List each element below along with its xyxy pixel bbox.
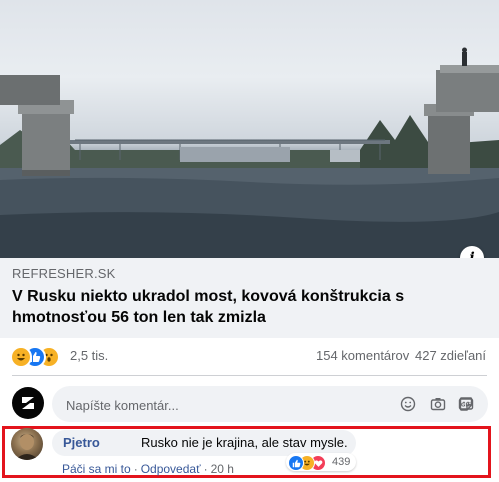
comment-text: Rusko nie je krajina, ale stav mysle. <box>141 435 348 450</box>
sticker-icon[interactable] <box>457 395 475 413</box>
comment-reply-link[interactable]: Odpovedať <box>141 462 201 476</box>
comment-reaction-count: 439 <box>332 456 351 468</box>
comment-author[interactable]: Pjetro <box>63 435 100 450</box>
separator-dot: · <box>203 462 208 476</box>
link-domain: REFRESHER.SK <box>12 266 116 281</box>
comment-like-link[interactable]: Páči sa mi to <box>62 462 131 476</box>
link-preview-image[interactable] <box>0 0 499 258</box>
comment-reactions[interactable]: 439 <box>286 453 356 471</box>
like-reaction-icon <box>288 455 304 471</box>
link-title[interactable]: V Rusku niekto ukradol most, kovová konš… <box>12 286 482 328</box>
camera-icon[interactable] <box>429 395 447 413</box>
divider <box>12 375 487 376</box>
separator-dot: · <box>133 462 138 476</box>
reactions-summary: 2,5 tis. 154 komentárov 427 zdieľaní <box>0 340 499 374</box>
shares-count[interactable]: 427 zdieľaní <box>415 348 486 363</box>
comment-input[interactable] <box>64 386 348 424</box>
bridge-photo <box>0 47 499 258</box>
comments-count[interactable]: 154 komentárov <box>316 348 409 363</box>
reactions-count[interactable]: 2,5 tis. <box>70 348 108 363</box>
commenter-avatar[interactable] <box>11 428 43 460</box>
link-meta[interactable]: REFRESHER.SK V Rusku niekto ukradol most… <box>0 258 499 338</box>
comment-input-box[interactable]: GIF <box>52 386 488 424</box>
haha-reaction-icon <box>10 346 32 368</box>
reaction-icons[interactable] <box>10 346 70 368</box>
comment-timestamp[interactable]: 20 h <box>211 462 234 476</box>
refresher-logo-icon <box>22 397 34 409</box>
emoji-icon[interactable] <box>399 395 417 413</box>
avatar[interactable] <box>12 387 44 419</box>
comment-actions: Páči sa mi to · Odpovedať · 20 h <box>62 462 234 476</box>
